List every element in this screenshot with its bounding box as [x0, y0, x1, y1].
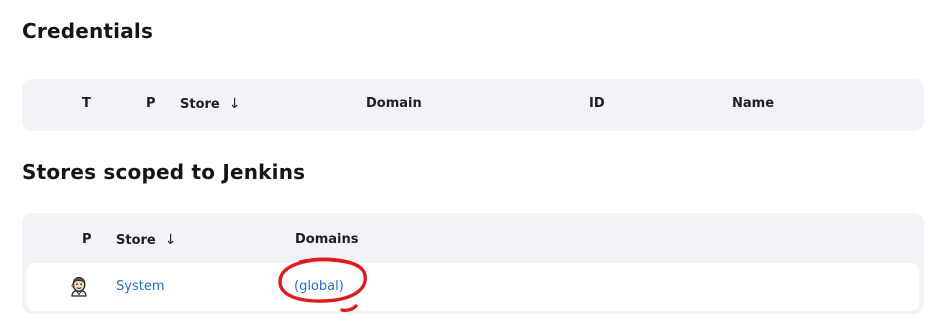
- sort-down-icon: ↓: [228, 96, 241, 112]
- column-header-store-label: Store: [180, 97, 220, 112]
- column-header-domain[interactable]: Domain: [366, 96, 422, 111]
- jenkins-icon: [67, 275, 91, 299]
- stores-heading: Stores scoped to Jenkins: [22, 160, 306, 184]
- column-header-store-label: Store: [116, 233, 156, 248]
- column-header-domains[interactable]: Domains: [295, 232, 359, 247]
- column-header-store[interactable]: Store ↓: [180, 96, 240, 112]
- column-header-provider[interactable]: P: [82, 232, 92, 247]
- stores-table: P Store ↓ Domains System (global): [22, 213, 924, 314]
- column-header-id[interactable]: ID: [589, 96, 605, 111]
- credentials-page: Credentials T P Store ↓ Domain ID Name St…: [0, 0, 941, 332]
- table-row: System (global): [27, 263, 919, 311]
- column-header-type[interactable]: T: [82, 96, 91, 111]
- domain-link-global[interactable]: (global): [294, 279, 344, 294]
- sort-down-icon: ↓: [164, 232, 177, 248]
- store-link-system[interactable]: System: [116, 279, 164, 294]
- credentials-table: T P Store ↓ Domain ID Name: [22, 79, 924, 131]
- credentials-heading: Credentials: [22, 19, 154, 43]
- column-header-provider[interactable]: P: [146, 96, 156, 111]
- column-header-name[interactable]: Name: [732, 96, 774, 111]
- column-header-store[interactable]: Store ↓: [116, 232, 176, 248]
